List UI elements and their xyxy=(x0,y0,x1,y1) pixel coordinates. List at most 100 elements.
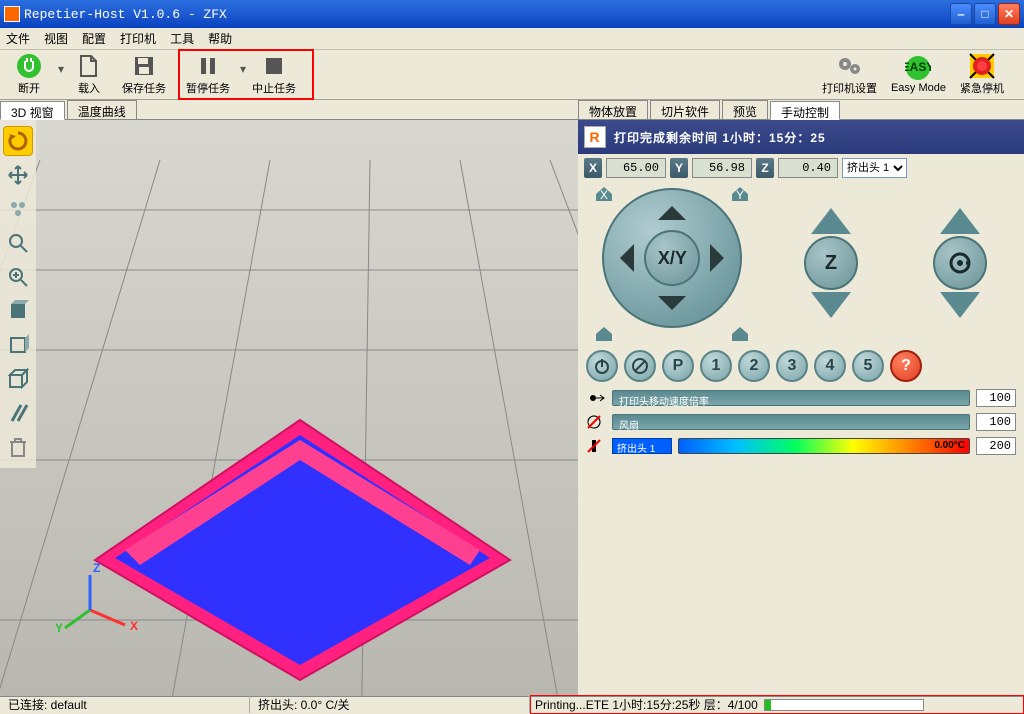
move-view-button[interactable] xyxy=(3,160,33,190)
z-pad: Z xyxy=(791,188,871,338)
parallel-lines-button[interactable] xyxy=(3,398,33,428)
extrude-button[interactable] xyxy=(940,292,980,338)
menu-help[interactable]: 帮助 xyxy=(208,30,232,47)
y-plus-button[interactable] xyxy=(658,192,686,220)
speed-value[interactable] xyxy=(976,389,1016,407)
cmd-4-button[interactable]: 4 xyxy=(814,350,846,382)
x-value[interactable]: 65.00 xyxy=(606,158,666,178)
status-bar: 已连接: default 挤出头: 0.0° C/关 Printing...ET… xyxy=(0,696,1024,712)
extruder-gear-icon[interactable] xyxy=(933,236,987,290)
view-toolbar xyxy=(0,120,36,468)
minimize-button[interactable]: ‒ xyxy=(950,3,972,25)
menu-bar: 文件 视图 配置 打印机 工具 帮助 xyxy=(0,28,1024,50)
extrude-retract-button[interactable] xyxy=(940,188,980,234)
print-time-banner: R 打印完成剩余时间 1小时：15分：25 xyxy=(578,120,1024,154)
cmd-3-button[interactable]: 3 xyxy=(776,350,808,382)
tab-object-placement[interactable]: 物体放置 xyxy=(578,100,648,119)
pause-icon xyxy=(195,53,221,79)
motors-off-button[interactable] xyxy=(624,350,656,382)
z-value[interactable]: 0.40 xyxy=(778,158,838,178)
zoom-button[interactable] xyxy=(3,228,33,258)
coordinate-bar: X 65.00 Y 56.98 Z 0.40 挤出头 1 xyxy=(578,154,1024,182)
pause-button[interactable]: 暂停任务 xyxy=(184,51,232,98)
y-value[interactable]: 56.98 xyxy=(692,158,752,178)
y-label: Y xyxy=(670,158,688,178)
svg-text:Y: Y xyxy=(55,621,63,635)
menu-view[interactable]: 视图 xyxy=(44,30,68,47)
cmd-2-button[interactable]: 2 xyxy=(738,350,770,382)
power-button[interactable] xyxy=(586,350,618,382)
zoom-fit-button[interactable] xyxy=(3,262,33,292)
manual-control-panel: R 打印完成剩余时间 1小时：15分：25 X 65.00 Y 56.98 Z … xyxy=(578,120,1024,696)
highlight-pause-stop: 暂停任务 ▾ 中止任务 xyxy=(178,49,314,100)
dropdown-icon[interactable]: ▾ xyxy=(58,62,66,76)
extruder-temp-value[interactable] xyxy=(976,437,1016,455)
menu-file[interactable]: 文件 xyxy=(6,30,30,47)
stop-icon xyxy=(261,53,287,79)
tab-3d-view[interactable]: 3D 视窗 xyxy=(0,101,65,120)
speed-slider[interactable]: 打印头移动速度倍率 xyxy=(612,390,970,406)
tab-slicer[interactable]: 切片软件 xyxy=(650,100,720,119)
iso-view-button[interactable] xyxy=(3,364,33,394)
maximize-button[interactable]: □ xyxy=(974,3,996,25)
save-icon xyxy=(131,53,157,79)
x-label: X xyxy=(584,158,602,178)
disconnect-button[interactable]: 断开 xyxy=(8,51,50,98)
toolbar: 断开 ▾ 载入 保存任务 暂停任务 ▾ 中止任务 打 xyxy=(0,50,1024,100)
main-area: X Y Z R 打印完成剩余时间 1小时：15分：25 X 65.00 xyxy=(0,120,1024,696)
y-minus-button[interactable] xyxy=(658,296,686,324)
extruder-pad xyxy=(920,188,1000,338)
trash-button[interactable] xyxy=(3,432,33,462)
tab-preview[interactable]: 预览 xyxy=(722,100,768,119)
z-plus-button[interactable] xyxy=(811,188,851,234)
menu-tools[interactable]: 工具 xyxy=(170,30,194,47)
help-button[interactable]: ? xyxy=(890,350,922,382)
z-label: Z xyxy=(756,158,774,178)
park-button[interactable]: P xyxy=(662,350,694,382)
rotate-view-button[interactable] xyxy=(3,126,33,156)
tab-temp-curve[interactable]: 温度曲线 xyxy=(67,100,137,119)
xy-center-label: X/Y xyxy=(644,230,700,286)
dropdown-icon[interactable]: ▾ xyxy=(240,62,248,76)
svg-text:X: X xyxy=(130,619,138,633)
top-view-button[interactable] xyxy=(3,296,33,326)
control-pads: X Y X/Y Z xyxy=(578,182,1024,346)
menu-printer[interactable]: 打印机 xyxy=(120,30,156,47)
speed-slider-row: 打印头移动速度倍率 xyxy=(578,386,1024,410)
x-plus-button[interactable] xyxy=(710,244,738,272)
title-bar: Repetier-Host V1.0.6 - ZFX ‒ □ ✕ xyxy=(0,0,1024,28)
extruder-select[interactable]: 挤出头 1 xyxy=(842,158,907,178)
fan-slider[interactable]: 风扇 xyxy=(612,414,970,430)
extruder-temp-slider[interactable]: 0.00°C xyxy=(678,438,970,454)
z-minus-button[interactable] xyxy=(811,292,851,338)
fan-value[interactable] xyxy=(976,413,1016,431)
cmd-5-button[interactable]: 5 xyxy=(852,350,884,382)
emergency-stop-button[interactable]: 紧急停机 xyxy=(958,51,1006,98)
viewport-3d[interactable]: X Y Z xyxy=(0,120,578,696)
app-icon xyxy=(4,6,20,22)
tab-manual-control[interactable]: 手动控制 xyxy=(770,101,840,120)
progress-bar xyxy=(764,699,924,711)
printer-settings-button[interactable]: 打印机设置 xyxy=(820,51,879,98)
app-logo-icon: R xyxy=(584,126,606,148)
cmd-1-button[interactable]: 1 xyxy=(700,350,732,382)
speed-icon xyxy=(586,390,606,406)
menu-config[interactable]: 配置 xyxy=(82,30,106,47)
save-button[interactable]: 保存任务 xyxy=(120,51,168,98)
front-view-button[interactable] xyxy=(3,330,33,360)
svg-text:Z: Z xyxy=(93,561,100,575)
easy-mode-button[interactable]: EASY Easy Mode xyxy=(889,53,948,96)
window-title: Repetier-Host V1.0.6 - ZFX xyxy=(24,7,948,22)
move-object-button[interactable] xyxy=(3,194,33,224)
file-icon xyxy=(76,53,102,79)
close-button[interactable]: ✕ xyxy=(998,3,1020,25)
x-minus-button[interactable] xyxy=(606,244,634,272)
status-printing-highlight: Printing...ETE 1小时:15分:25秒 层：4/100 xyxy=(530,695,1024,714)
stop-button[interactable]: 中止任务 xyxy=(250,51,298,98)
easy-icon: EASY xyxy=(905,55,931,81)
right-tabstrip: 物体放置 切片软件 预览 手动控制 xyxy=(578,100,1024,120)
status-printing: Printing...ETE 1小时:15分:25秒 层：4/100 xyxy=(535,696,758,713)
load-button[interactable]: 载入 xyxy=(68,51,110,98)
z-center-label: Z xyxy=(804,236,858,290)
fan-slider-row: 风扇 xyxy=(578,410,1024,434)
